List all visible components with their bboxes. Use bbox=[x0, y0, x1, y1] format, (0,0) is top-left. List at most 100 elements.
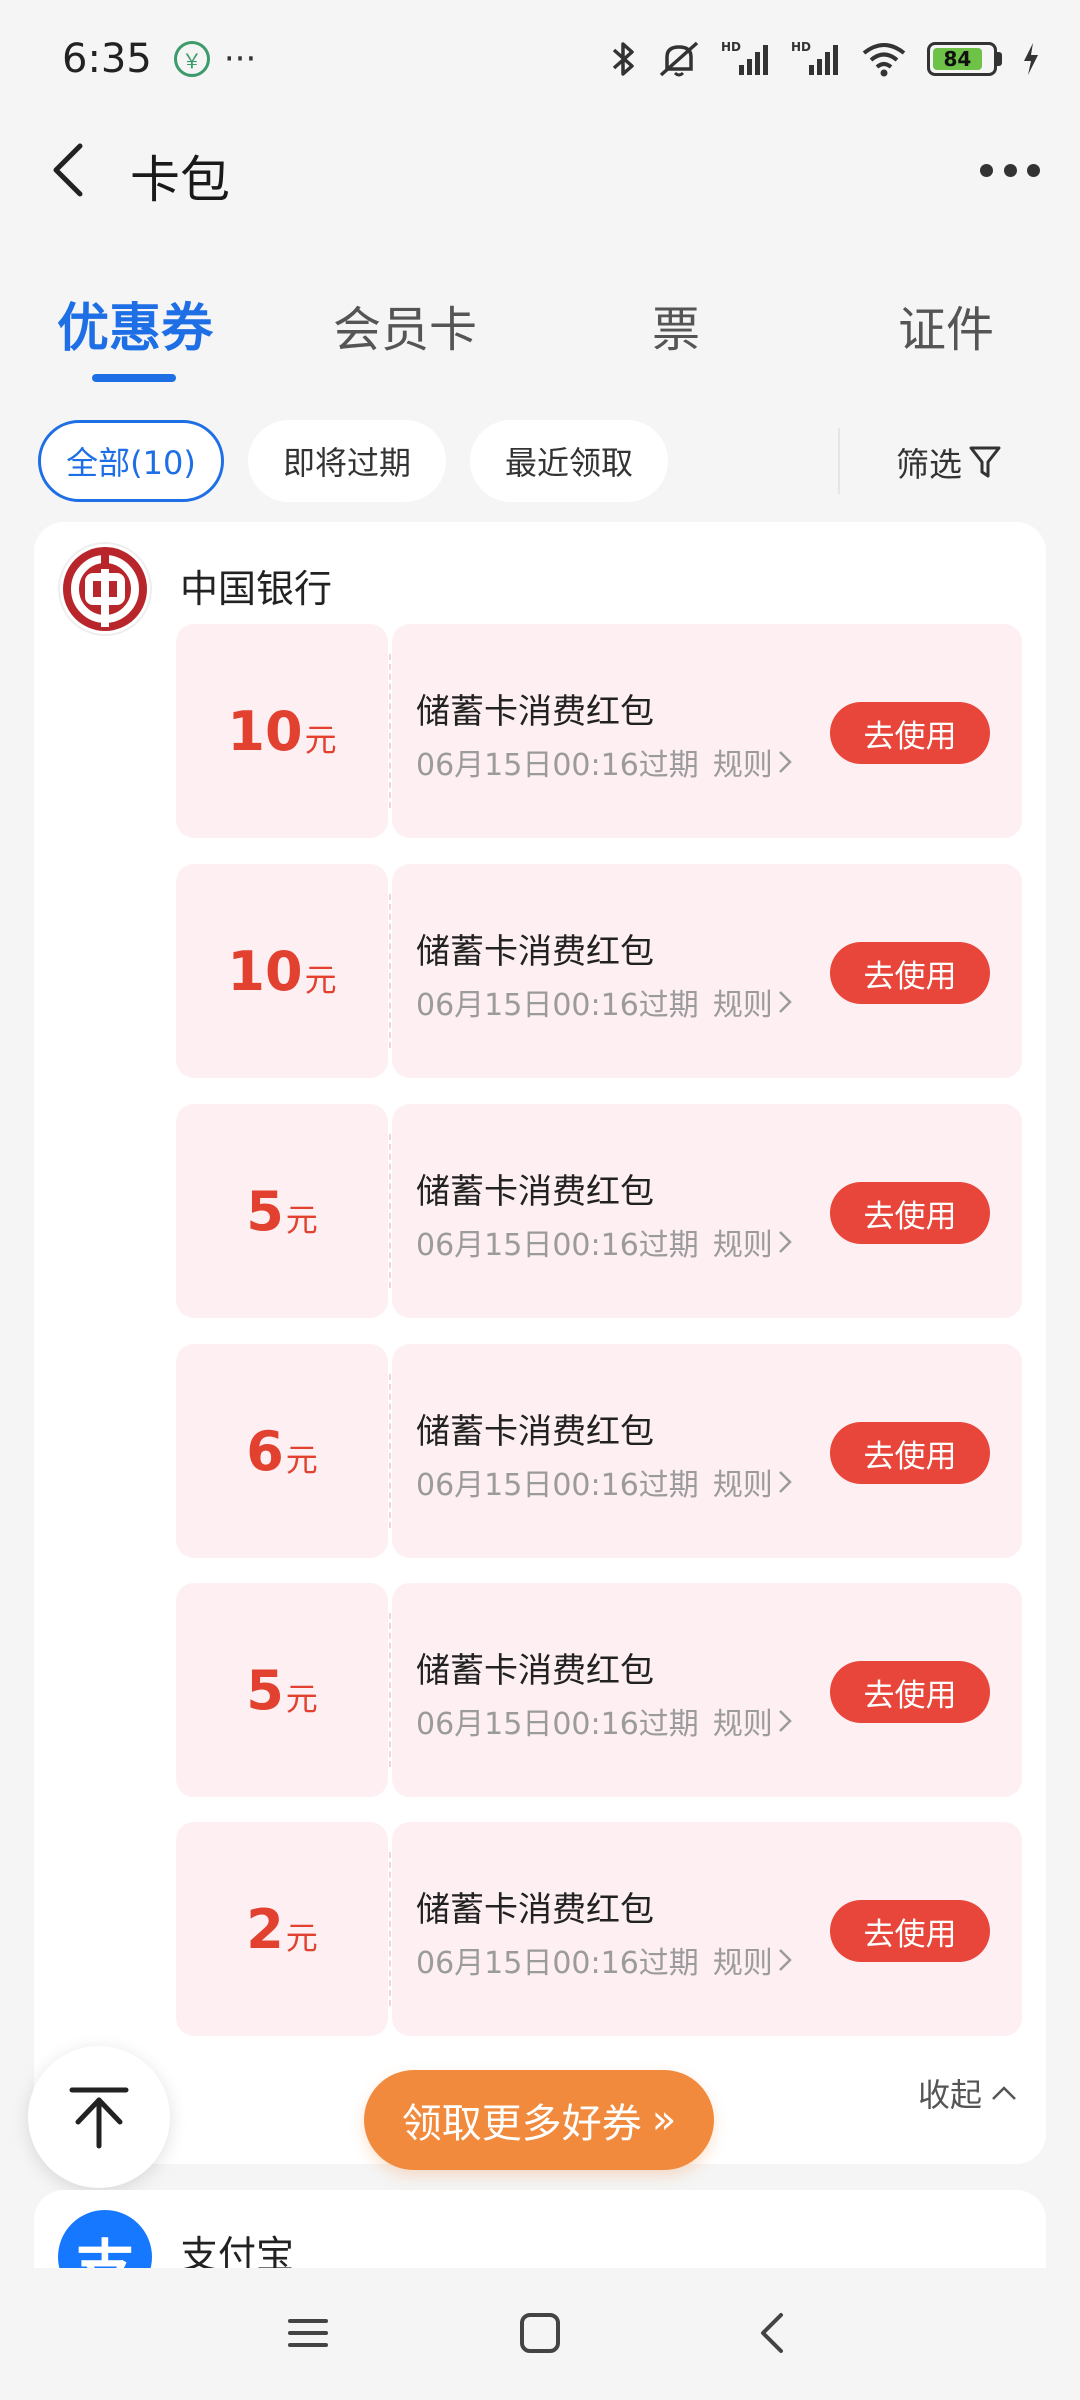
bank-name: 中国银行 bbox=[180, 567, 333, 611]
tab-bar: 优惠券 会员卡 票 证件 bbox=[0, 280, 1080, 390]
tab-documents[interactable]: 证件 bbox=[898, 290, 994, 360]
coupon-unit: 元 bbox=[285, 1919, 318, 1957]
chip-recently-received[interactable]: 最近领取 bbox=[470, 420, 668, 502]
coupon-amount: 5 bbox=[246, 1179, 284, 1243]
coupon-title: 储蓄卡消费红包 bbox=[416, 932, 654, 972]
chevron-right-icon bbox=[778, 751, 792, 773]
coupon-item[interactable]: 6元 储蓄卡消费红包 06月15日00:16过期 规则 去使用 bbox=[176, 1344, 1022, 1558]
coupon-title: 储蓄卡消费红包 bbox=[416, 1412, 654, 1452]
coupon-rule-link[interactable]: 规则 bbox=[713, 1468, 773, 1503]
back-button[interactable] bbox=[44, 138, 104, 202]
coupon-amount: 6 bbox=[246, 1419, 284, 1483]
more-notifications-icon: ··· bbox=[223, 39, 257, 79]
tab-membership-cards[interactable]: 会员卡 bbox=[333, 290, 477, 360]
coupon-amount: 10 bbox=[227, 939, 303, 1003]
use-coupon-button[interactable]: 去使用 bbox=[830, 1422, 990, 1484]
use-coupon-button[interactable]: 去使用 bbox=[830, 1182, 990, 1244]
wifi-icon bbox=[861, 39, 907, 79]
get-more-coupons-button[interactable]: 领取更多好券 » bbox=[364, 2070, 714, 2170]
use-coupon-button[interactable]: 去使用 bbox=[830, 1661, 990, 1723]
chip-all[interactable]: 全部(10) bbox=[38, 420, 224, 502]
arrow-to-top-icon bbox=[69, 2087, 129, 2149]
chip-expiring-soon[interactable]: 即将过期 bbox=[248, 420, 446, 502]
page-title: 卡包 bbox=[130, 151, 230, 209]
use-coupon-button[interactable]: 去使用 bbox=[830, 1900, 990, 1962]
coupon-item[interactable]: 5元 储蓄卡消费红包 06月15日00:16过期 规则 去使用 bbox=[176, 1583, 1022, 1797]
coupon-amount: 10 bbox=[227, 699, 303, 763]
chevron-right-icon bbox=[778, 1710, 792, 1732]
coupon-title: 储蓄卡消费红包 bbox=[416, 1890, 654, 1930]
use-coupon-button[interactable]: 去使用 bbox=[830, 942, 990, 1004]
chevron-right-icon bbox=[778, 1949, 792, 1971]
filter-funnel-icon bbox=[969, 446, 1001, 478]
system-back-button[interactable] bbox=[742, 2308, 802, 2358]
coupon-unit: 元 bbox=[285, 1201, 318, 1239]
filter-label: 筛选 bbox=[896, 445, 962, 484]
back-arrow-icon bbox=[53, 143, 83, 197]
chevron-right-icon bbox=[778, 1231, 792, 1253]
collapse-label: 收起 bbox=[918, 2076, 983, 2114]
get-more-coupons-label: 领取更多好券 bbox=[401, 2101, 642, 2147]
coupon-unit: 元 bbox=[285, 1441, 318, 1479]
home-button[interactable] bbox=[510, 2308, 570, 2358]
battery-icon: 84 bbox=[927, 42, 1002, 76]
bank-coupon-card: 中国银行 10 元 储蓄卡消费红包 06月15日00:16过期 规则 去使用 10 元… bbox=[34, 522, 1046, 2164]
hd-signal-icon: HD bbox=[791, 39, 841, 79]
home-square-icon bbox=[520, 2313, 560, 2353]
system-nav-bar bbox=[0, 2268, 1080, 2400]
coupon-unit: 元 bbox=[304, 721, 337, 759]
coupon-item[interactable]: 10 元 储蓄卡消费红包 06月15日00:16过期 规则 去使用 bbox=[176, 624, 1022, 838]
coupon-expiry: 06月15日00:16过期 bbox=[416, 1946, 699, 1981]
chevron-right-icon bbox=[778, 991, 792, 1013]
chevron-right-icon bbox=[778, 1471, 792, 1493]
coupon-rule-link[interactable]: 规则 bbox=[713, 1228, 773, 1263]
coupon-rule-link[interactable]: 规则 bbox=[713, 1946, 773, 1981]
coupon-title: 储蓄卡消费红包 bbox=[416, 1651, 654, 1691]
coupon-expiry: 06月15日00:16过期 bbox=[416, 1468, 699, 1503]
filter-chips: 全部(10) 即将过期 最近领取 筛选 bbox=[0, 420, 1080, 502]
hd-signal-icon: HD bbox=[721, 39, 771, 79]
app-notification-icon: ￥ bbox=[173, 41, 210, 77]
coupon-title: 储蓄卡消费红包 bbox=[416, 692, 654, 732]
coupon-expiry: 06月15日00:16过期 bbox=[416, 748, 699, 783]
back-to-top-button[interactable] bbox=[28, 2046, 170, 2188]
double-chevron-right-icon: » bbox=[651, 2097, 677, 2143]
tab-tickets[interactable]: 票 bbox=[652, 290, 700, 360]
coupon-item[interactable]: 10 元 储蓄卡消费红包 06月15日00:16过期 规则 去使用 bbox=[176, 864, 1022, 1078]
tab-coupons[interactable]: 优惠券 bbox=[57, 286, 213, 361]
tab-active-indicator bbox=[92, 374, 176, 382]
coupon-expiry: 06月15日00:16过期 bbox=[416, 988, 699, 1023]
coupon-amount: 5 bbox=[246, 1658, 284, 1722]
filter-button[interactable]: 筛选 bbox=[896, 438, 1002, 486]
coupon-amount: 2 bbox=[246, 1897, 284, 1961]
alipay-coupon-card: 支 支付宝 bbox=[34, 2190, 1046, 2270]
coupon-expiry: 06月15日00:16过期 bbox=[416, 1228, 699, 1263]
bluetooth-icon bbox=[611, 39, 637, 79]
back-chevron-icon bbox=[761, 2313, 783, 2353]
collapse-button[interactable]: 收起 bbox=[918, 2070, 1018, 2116]
coupon-rule-link[interactable]: 规则 bbox=[713, 748, 773, 783]
coupon-expiry: 06月15日00:16过期 bbox=[416, 1707, 699, 1742]
svg-text:HD: HD bbox=[721, 40, 741, 54]
svg-text:HD: HD bbox=[791, 40, 811, 54]
bank-of-china-logo-icon bbox=[58, 542, 152, 636]
alipay-name: 支付宝 bbox=[180, 2233, 295, 2270]
menu-icon bbox=[288, 2319, 328, 2347]
coupon-item[interactable]: 2元 储蓄卡消费红包 06月15日00:16过期 规则 去使用 bbox=[176, 1822, 1022, 2036]
divider bbox=[838, 428, 840, 494]
recent-apps-button[interactable] bbox=[278, 2308, 338, 2358]
status-bar: 6:35 ￥ ··· HD HD 84 bbox=[0, 0, 1080, 118]
coupon-rule-link[interactable]: 规则 bbox=[713, 988, 773, 1023]
coupon-title: 储蓄卡消费红包 bbox=[416, 1172, 654, 1212]
more-options-button[interactable] bbox=[980, 152, 1040, 188]
alipay-logo-icon: 支 bbox=[58, 2210, 152, 2270]
charging-icon bbox=[1022, 41, 1040, 77]
battery-level: 84 bbox=[933, 47, 982, 71]
coupon-rule-link[interactable]: 规则 bbox=[713, 1707, 773, 1742]
coupon-item[interactable]: 5元 储蓄卡消费红包 06月15日00:16过期 规则 去使用 bbox=[176, 1104, 1022, 1318]
use-coupon-button[interactable]: 去使用 bbox=[830, 702, 990, 764]
header: 卡包 bbox=[0, 118, 1080, 222]
chevron-up-icon bbox=[992, 2086, 1016, 2100]
status-time: 6:35 bbox=[62, 36, 152, 82]
coupon-unit: 元 bbox=[285, 1680, 318, 1718]
